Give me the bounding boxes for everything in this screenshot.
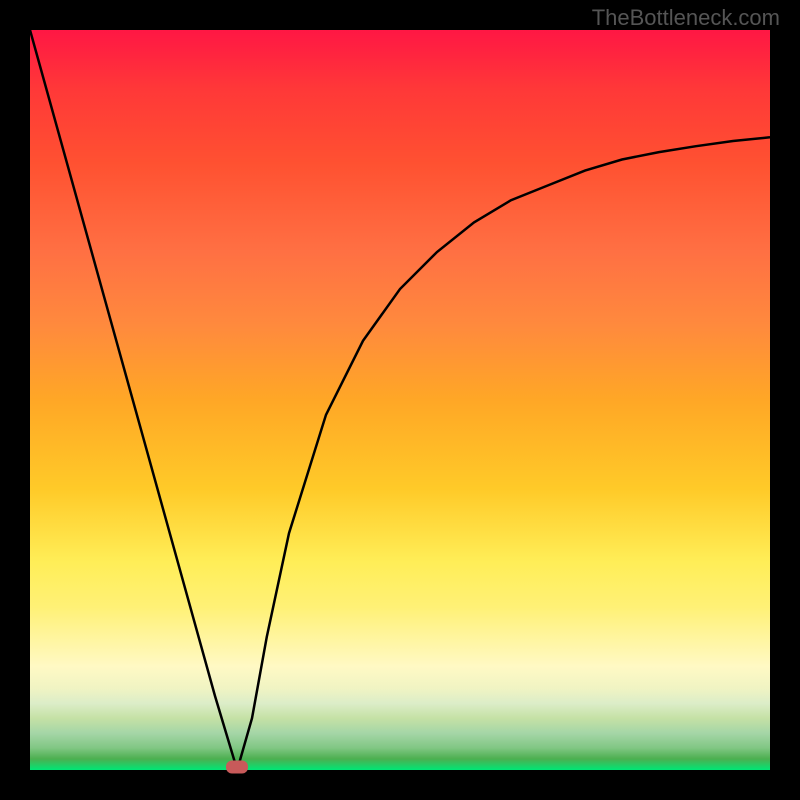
bottleneck-curve xyxy=(30,30,770,770)
chart-plot-area xyxy=(30,30,770,770)
optimal-point-marker xyxy=(226,761,248,774)
watermark-text: TheBottleneck.com xyxy=(592,5,780,31)
